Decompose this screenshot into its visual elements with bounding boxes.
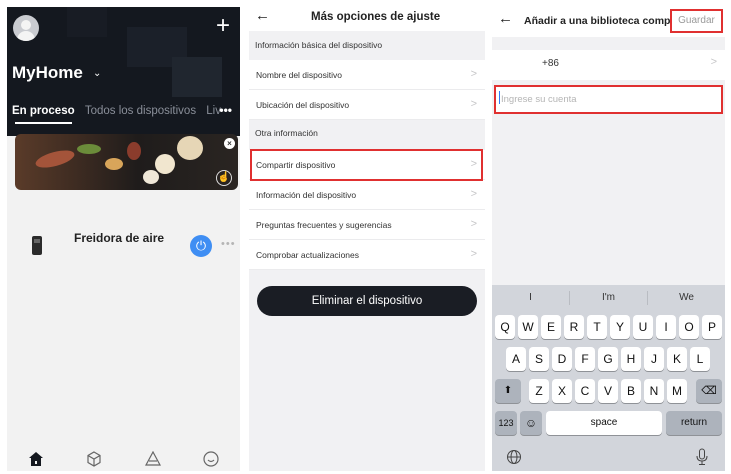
add-shared-library-screen: ← Añadir a una biblioteca comp... Guarda… (492, 7, 725, 471)
key-u[interactable]: U (633, 315, 653, 339)
microphone-icon[interactable] (695, 448, 709, 466)
text-cursor (499, 91, 500, 104)
form-area: ← Añadir a una biblioteca comp... Guarda… (492, 7, 725, 285)
profile-icon[interactable] (202, 450, 220, 468)
list-item-actualizaciones[interactable]: Comprobar actualizaciones > (249, 240, 485, 270)
list-item-label: Comprobar actualizaciones (256, 250, 359, 260)
suggestion-item[interactable]: I'm (570, 292, 647, 303)
page-title: Añadir a una biblioteca comp... (524, 15, 680, 27)
bottom-nav (7, 447, 240, 471)
room-tabs: En proceso Todos los dispositivos Liv (12, 105, 228, 124)
avatar[interactable] (13, 15, 39, 41)
chevron-right-icon: > (470, 248, 477, 260)
suggestion-bar: I I'm We (492, 285, 725, 311)
header: ← Añadir a una biblioteca comp... Guarda… (492, 7, 725, 37)
key-p[interactable]: P (702, 315, 722, 339)
device-more-button[interactable]: ••• (221, 238, 236, 250)
key-k[interactable]: K (667, 347, 687, 371)
keyboard: I I'm We Q W E R T Y U I O P A S D F G H (492, 285, 725, 471)
section-other-info: Otra información (255, 128, 318, 138)
section-basic-info: Información básica del dispositivo (255, 40, 383, 50)
scene-icon[interactable] (144, 450, 162, 468)
chevron-right-icon: > (710, 56, 717, 68)
list-item-label: Ubicación del dispositivo (256, 100, 350, 110)
key-e[interactable]: E (541, 315, 561, 339)
key-r[interactable]: R (564, 315, 584, 339)
save-button[interactable]: Guardar (670, 9, 723, 33)
page-title: Más opciones de ajuste (311, 11, 441, 23)
numbers-key[interactable]: 123 (495, 411, 517, 435)
chevron-right-icon: > (470, 158, 477, 170)
key-y[interactable]: Y (610, 315, 630, 339)
shift-key[interactable]: ⬆ (495, 379, 521, 403)
list-item-ubicacion[interactable]: Ubicación del dispositivo > (249, 90, 485, 120)
tab-todos-los-dispositivos[interactable]: Todos los dispositivos (85, 105, 196, 117)
key-z[interactable]: Z (529, 379, 549, 403)
device-name: Freidora de aire (74, 231, 165, 245)
tab-en-proceso[interactable]: En proceso (12, 105, 75, 124)
key-t[interactable]: T (587, 315, 607, 339)
emoji-icon[interactable]: ☺ (520, 411, 542, 435)
backspace-key[interactable]: ⌫ (696, 379, 722, 403)
power-button[interactable]: ⏻ (190, 235, 212, 257)
chevron-down-icon[interactable]: ⌄ (93, 68, 101, 79)
key-c[interactable]: C (575, 379, 595, 403)
key-q[interactable]: Q (495, 315, 515, 339)
key-b[interactable]: B (621, 379, 641, 403)
list-item-preguntas[interactable]: Preguntas frecuentes y sugerencias > (249, 210, 485, 240)
chevron-right-icon: > (470, 98, 477, 110)
chevron-right-icon: > (470, 188, 477, 200)
home-icon[interactable] (27, 450, 45, 468)
key-s[interactable]: S (529, 347, 549, 371)
promo-banner[interactable]: × ☝ (15, 134, 238, 190)
add-device-button[interactable]: + (216, 11, 230, 41)
suggestion-item[interactable]: I (492, 292, 569, 303)
list-item-label: Compartir dispositivo (256, 160, 336, 170)
key-h[interactable]: H (621, 347, 641, 371)
chevron-right-icon: > (470, 218, 477, 230)
list-item-informacion[interactable]: Información del dispositivo > (249, 180, 485, 210)
space-key[interactable]: space (546, 411, 662, 435)
account-input[interactable] (494, 85, 723, 114)
list-item-compartir[interactable]: Compartir dispositivo > (249, 150, 485, 180)
home-header: + MyHome ⌄ En proceso Todos los disposit… (7, 7, 240, 136)
more-tabs-button[interactable]: ••• (219, 103, 232, 117)
key-i[interactable]: I (656, 315, 676, 339)
key-j[interactable]: J (644, 347, 664, 371)
suggestion-item[interactable]: We (648, 292, 725, 303)
cube-icon[interactable] (85, 450, 103, 468)
key-x[interactable]: X (552, 379, 572, 403)
screen: + MyHome ⌄ En proceso Todos los disposit… (0, 0, 731, 474)
key-w[interactable]: W (518, 315, 538, 339)
back-arrow-icon[interactable]: ← (255, 7, 270, 24)
myhome-screen: + MyHome ⌄ En proceso Todos los disposit… (7, 7, 240, 471)
key-l[interactable]: L (690, 347, 710, 371)
back-arrow-icon[interactable]: ← (498, 10, 513, 27)
key-v[interactable]: V (598, 379, 618, 403)
return-key[interactable]: return (666, 411, 722, 435)
air-fryer-icon (32, 236, 42, 255)
close-icon[interactable]: × (224, 138, 235, 149)
delete-device-button[interactable]: Eliminar el dispositivo (257, 286, 477, 316)
chevron-right-icon: > (470, 68, 477, 80)
globe-icon[interactable] (506, 449, 522, 465)
key-a[interactable]: A (506, 347, 526, 371)
country-code-selector[interactable]: +86 > (492, 50, 725, 80)
key-n[interactable]: N (644, 379, 664, 403)
key-d[interactable]: D (552, 347, 572, 371)
key-m[interactable]: M (667, 379, 687, 403)
list-item-label: Información del dispositivo (256, 190, 357, 200)
home-title[interactable]: MyHome (12, 63, 83, 83)
list-item-label: Preguntas frecuentes y sugerencias (256, 220, 392, 230)
list-item-nombre[interactable]: Nombre del dispositivo > (249, 60, 485, 90)
key-f[interactable]: F (575, 347, 595, 371)
country-code: +86 (542, 58, 559, 69)
device-card-freidora[interactable]: Freidora de aire ⏻ ••• (14, 221, 240, 273)
header: ← Más opciones de ajuste (249, 7, 485, 31)
key-g[interactable]: G (598, 347, 618, 371)
list-item-label: Nombre del dispositivo (256, 70, 342, 80)
more-settings-screen: ← Más opciones de ajuste Información bás… (249, 7, 485, 471)
tap-hand-icon: ☝ (216, 170, 232, 186)
key-o[interactable]: O (679, 315, 699, 339)
